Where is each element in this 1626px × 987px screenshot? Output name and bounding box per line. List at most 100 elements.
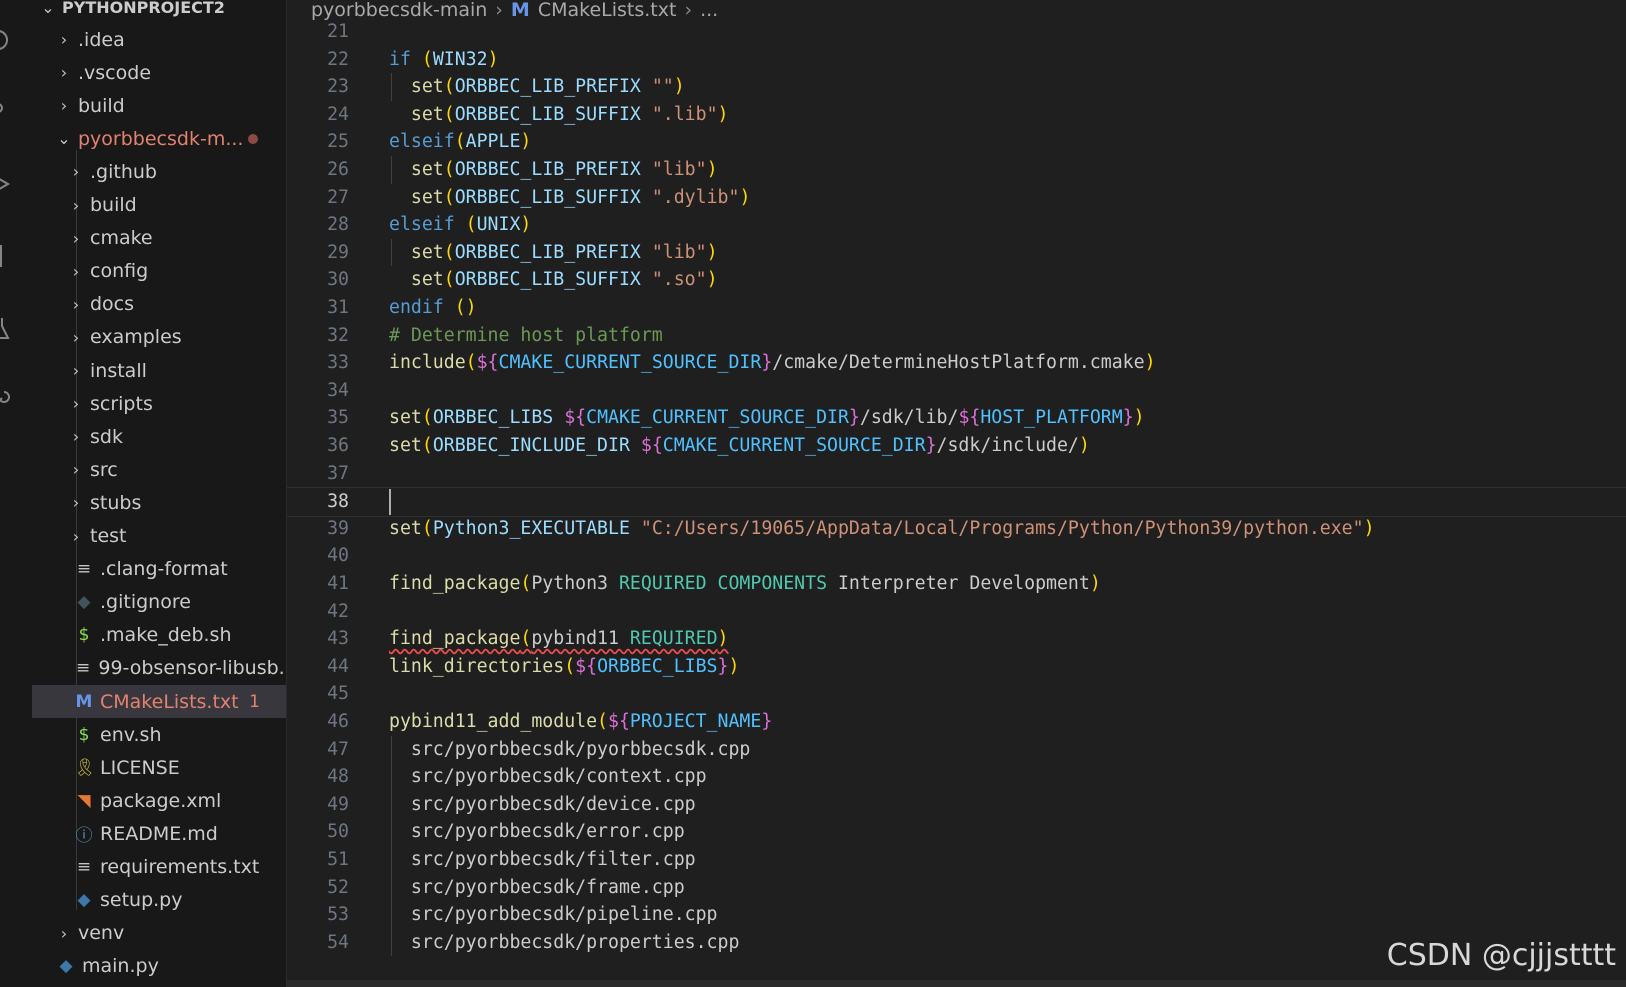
run-debug-icon[interactable] bbox=[0, 170, 14, 198]
explorer-root[interactable]: ⌄ PYTHONPROJECT2 bbox=[32, 0, 286, 22]
chevron-down-icon: ⌄ bbox=[41, 0, 55, 17]
code-line[interactable]: 46 pybind11_add_module(${PROJECT_NAME} bbox=[287, 708, 1626, 736]
source-control-icon[interactable] bbox=[0, 98, 14, 126]
code-line[interactable]: 52 src/pyorbbecsdk/frame.cpp bbox=[287, 874, 1626, 902]
code-line[interactable]: 24 set(ORBBEC_LIB_SUFFIX ".lib") bbox=[287, 101, 1626, 129]
tree-item-main-py[interactable]: ◆ main.py bbox=[32, 950, 286, 983]
tree-item-stubs[interactable]: › stubs bbox=[32, 486, 286, 519]
code-text: set(ORBBEC_LIB_PREFIX "lib") bbox=[410, 241, 718, 263]
tree-item-label: stubs bbox=[90, 491, 142, 514]
code-line[interactable]: 38 bbox=[287, 487, 1626, 518]
tree-item-src[interactable]: › src bbox=[32, 453, 286, 486]
tree-item-cmakelists-txt[interactable]: M CMakeLists.txt 1 bbox=[32, 685, 286, 718]
tree-item-label: setup.py bbox=[100, 889, 183, 912]
tree-item-github[interactable]: › .github bbox=[32, 155, 286, 188]
tree-item-pyorbbecsdk-m[interactable]: ⌄ pyorbbecsdk-m... bbox=[32, 122, 286, 155]
horizontal-scrollbar[interactable] bbox=[287, 980, 1626, 987]
code-line[interactable]: 40 bbox=[287, 542, 1626, 570]
code-text: src/pyorbbecsdk/frame.cpp bbox=[389, 876, 685, 898]
line-number: 42 bbox=[327, 600, 349, 622]
code-line[interactable]: 30 set(ORBBEC_LIB_SUFFIX ".so") bbox=[287, 266, 1626, 294]
code-line[interactable]: 43 find_package(pybind11 REQUIRED) bbox=[287, 625, 1626, 653]
tree-item-env-sh[interactable]: $ env.sh bbox=[32, 718, 286, 751]
tree-item-package-xml[interactable]: ◥ package.xml bbox=[32, 784, 286, 817]
tree-item-install[interactable]: › install bbox=[32, 354, 286, 387]
code-line[interactable]: 37 bbox=[287, 460, 1626, 488]
tree-item-scripts[interactable]: › scripts bbox=[32, 387, 286, 420]
line-number: 26 bbox=[327, 159, 349, 180]
tree-item-idea[interactable]: › .idea bbox=[32, 23, 286, 56]
code-line[interactable]: 42 bbox=[287, 598, 1626, 626]
code-line[interactable]: 28 elseif (UNIX) bbox=[287, 211, 1626, 239]
code-line[interactable]: 34 bbox=[287, 377, 1626, 405]
line-number: 43 bbox=[327, 628, 349, 650]
code-line[interactable]: 45 bbox=[287, 680, 1626, 708]
code-line[interactable]: 48 src/pyorbbecsdk/context.cpp bbox=[287, 763, 1626, 791]
code-line[interactable]: 51 src/pyorbbecsdk/filter.cpp bbox=[287, 846, 1626, 874]
tree-item-test[interactable]: › test bbox=[32, 520, 286, 553]
code-line[interactable]: 29 set(ORBBEC_LIB_PREFIX "lib") bbox=[287, 239, 1626, 267]
line-number: 30 bbox=[327, 269, 349, 291]
tree-item-readme-md[interactable]: ⓘ README.md bbox=[32, 817, 286, 850]
tree-item-docs[interactable]: › docs bbox=[32, 288, 286, 321]
code-line[interactable]: 21 bbox=[287, 20, 1626, 46]
extensions-icon[interactable] bbox=[0, 242, 14, 270]
remote-tools-icon[interactable] bbox=[0, 386, 14, 414]
line-number: 35 bbox=[327, 407, 349, 429]
line-number: 28 bbox=[327, 214, 349, 236]
code-line[interactable]: 41 find_package(Python3 REQUIRED COMPONEN… bbox=[287, 570, 1626, 598]
code-line[interactable]: 32 # Determine host platform bbox=[287, 322, 1626, 350]
tree-item-examples[interactable]: › examples bbox=[32, 321, 286, 354]
breadcrumb-symbol[interactable]: ... bbox=[700, 0, 718, 21]
tree-item-config[interactable]: › config bbox=[32, 255, 286, 288]
code-line[interactable]: 49 src/pyorbbecsdk/device.cpp bbox=[287, 791, 1626, 819]
breadcrumb-folder[interactable]: pyorbbecsdk-main bbox=[311, 0, 487, 21]
tree-item-license[interactable]: 🎗 LICENSE bbox=[32, 751, 286, 784]
tree-item-venv[interactable]: › venv bbox=[32, 917, 286, 950]
chevron-right-icon: › bbox=[60, 923, 68, 943]
tree-item-99-obsensor-libusb[interactable]: ≡ 99-obsensor-libusb.... bbox=[32, 652, 286, 685]
code-line[interactable]: 23 set(ORBBEC_LIB_PREFIX "") bbox=[287, 73, 1626, 101]
tree-item-clang-format[interactable]: ≡ .clang-format bbox=[32, 553, 286, 586]
tree-item-sdk[interactable]: › sdk bbox=[32, 420, 286, 453]
line-number: 29 bbox=[327, 241, 349, 263]
code-line[interactable]: 27 set(ORBBEC_LIB_SUFFIX ".dylib") bbox=[287, 184, 1626, 212]
modified-dot-icon bbox=[248, 133, 258, 144]
code-line[interactable]: 47 src/pyorbbecsdk/pyorbbecsdk.cpp bbox=[287, 736, 1626, 764]
chevron-right-icon: › bbox=[72, 294, 80, 314]
tree-item-build[interactable]: › build bbox=[32, 189, 286, 222]
tree-item-cmake[interactable]: › cmake bbox=[32, 222, 286, 255]
code-line[interactable]: 31 endif () bbox=[287, 294, 1626, 322]
tree-item-requirements-txt[interactable]: ≡ requirements.txt bbox=[32, 851, 286, 884]
tree-item-make-deb-sh[interactable]: $ .make_deb.sh bbox=[32, 619, 286, 652]
code-line[interactable]: 35 set(ORBBEC_LIBS ${CMAKE_CURRENT_SOURCE… bbox=[287, 404, 1626, 432]
tree-item-gitignore[interactable]: ◆ .gitignore bbox=[32, 586, 286, 619]
license-icon: 🎗 bbox=[74, 757, 96, 778]
code-line[interactable]: 25 elseif(APPLE) bbox=[287, 128, 1626, 156]
code-line[interactable]: 26 set(ORBBEC_LIB_PREFIX "lib") bbox=[287, 156, 1626, 184]
code-line[interactable]: 53 src/pyorbbecsdk/pipeline.cpp bbox=[287, 901, 1626, 929]
tree-item-label: .idea bbox=[78, 28, 125, 51]
code-line[interactable]: 22 if (WIN32) bbox=[287, 46, 1626, 74]
code-line[interactable]: 50 src/pyorbbecsdk/error.cpp bbox=[287, 818, 1626, 846]
cmake-icon: M bbox=[510, 0, 530, 21]
code-line[interactable]: 33 include(${CMAKE_CURRENT_SOURCE_DIR}/cm… bbox=[287, 349, 1626, 377]
code-editor[interactable]: 21 22 if (WIN32) 23 set(ORBBEC_LIB_PREFIX "… bbox=[287, 20, 1626, 980]
code-text: src/pyorbbecsdk/filter.cpp bbox=[389, 849, 696, 870]
tree-item-build[interactable]: › build bbox=[32, 89, 286, 122]
search-icon[interactable] bbox=[0, 26, 14, 54]
code-text: src/pyorbbecsdk/error.cpp bbox=[389, 821, 685, 843]
tree-item-setup-py[interactable]: ◆ setup.py bbox=[32, 884, 286, 917]
code-line[interactable]: 39 set(Python3_EXECUTABLE "C:/Users/19065… bbox=[287, 515, 1626, 543]
git-icon: ◆ bbox=[77, 592, 91, 613]
tree-item-label: install bbox=[90, 359, 147, 382]
code-line[interactable]: 44 link_directories(${ORBBEC_LIBS}) bbox=[287, 653, 1626, 681]
tree-item-label: config bbox=[90, 260, 149, 283]
testing-icon[interactable] bbox=[0, 314, 14, 342]
chevron-right-icon: › bbox=[72, 327, 80, 347]
code-text: src/pyorbbecsdk/device.cpp bbox=[389, 793, 696, 815]
chevron-right-icon: › bbox=[72, 261, 80, 281]
tree-item-vscode[interactable]: › .vscode bbox=[32, 56, 286, 89]
breadcrumb-file[interactable]: CMakeLists.txt bbox=[538, 0, 677, 21]
code-line[interactable]: 36 set(ORBBEC_INCLUDE_DIR ${CMAKE_CURRENT… bbox=[287, 432, 1626, 460]
